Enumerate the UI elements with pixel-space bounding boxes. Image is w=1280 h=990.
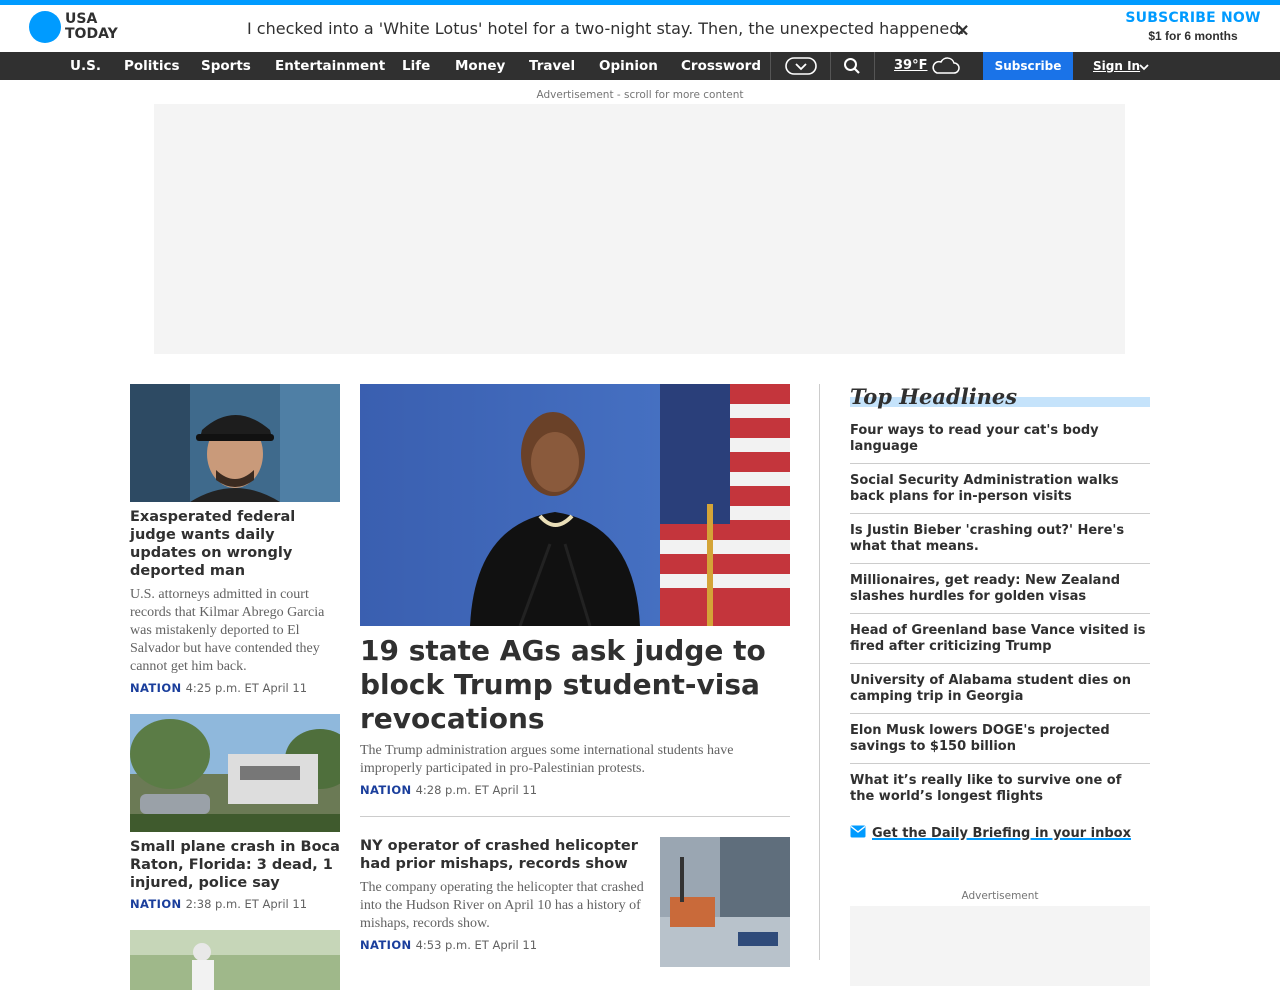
hero-time: 4:28 p.m. ET April 11 (415, 783, 538, 797)
newsletter-signup-link[interactable]: Get the Daily Briefing in your inbox (850, 825, 1150, 842)
nav-divider (874, 52, 875, 80)
story-image[interactable] (130, 714, 340, 832)
logo-line-2: TODAY (65, 26, 118, 42)
hero-title[interactable]: 19 state AGs ask judge to block Trump st… (360, 634, 790, 736)
story-description: U.S. attorneys admitted in court records… (130, 587, 325, 674)
nav-item-travel[interactable]: Travel (529, 58, 575, 74)
nav-item-politics[interactable]: Politics (124, 58, 180, 74)
story-card[interactable]: Small plane crash in Boca Raton, Florida… (130, 714, 340, 911)
story-title[interactable]: Small plane crash in Boca Raton, Florida… (130, 838, 340, 892)
top-headlines-list: Four ways to read your cat's body langua… (850, 423, 1150, 813)
story-time: 2:38 p.m. ET April 11 (185, 897, 308, 911)
story-category[interactable]: NATION (130, 681, 182, 695)
hero-meta: NATION 4:28 p.m. ET April 11 (360, 783, 790, 797)
nav-item-entertainment[interactable]: Entertainment (275, 58, 385, 74)
logo-line-1: USA (65, 11, 98, 27)
nav-item-us[interactable]: U.S. (70, 58, 101, 74)
nav-item-crossword[interactable]: Crossword (681, 58, 761, 74)
close-icon[interactable]: ✕ (956, 21, 969, 41)
headline-link[interactable]: What it’s really like to survive one of … (850, 764, 1150, 813)
logo-circle-icon (29, 11, 61, 43)
chevron-down-icon[interactable] (1138, 60, 1150, 78)
center-column: 19 state AGs ask judge to block Trump st… (360, 384, 790, 967)
story-time: 4:25 p.m. ET April 11 (185, 681, 308, 695)
headline-link[interactable]: Social Security Administration walks bac… (850, 464, 1150, 514)
nav-item-life[interactable]: Life (402, 58, 430, 74)
story-image[interactable] (130, 930, 340, 990)
story-meta: NATION 2:38 p.m. ET April 11 (130, 897, 340, 911)
hero-image[interactable] (360, 384, 790, 626)
signin-link[interactable]: Sign In (1093, 59, 1140, 73)
subscribe-now-title[interactable]: SUBSCRIBE NOW (1120, 10, 1266, 26)
promo-banner-link[interactable]: I checked into a 'White Lotus' hotel for… (247, 19, 964, 38)
right-column: Top Headlines Four ways to read your cat… (850, 384, 1150, 986)
ad-label: Advertisement - scroll for more content (536, 89, 744, 101)
left-column: Exasperated federal judge wants daily up… (130, 384, 340, 990)
nav-divider (770, 52, 771, 80)
hero-category[interactable]: NATION (360, 783, 412, 797)
search-icon[interactable] (843, 56, 861, 81)
headline-link[interactable]: University of Alabama student dies on ca… (850, 664, 1150, 714)
story-category[interactable]: NATION (130, 897, 182, 911)
section-divider (360, 816, 790, 817)
story-description: The company operating the helicopter tha… (360, 880, 644, 931)
nav-item-sports[interactable]: Sports (201, 58, 251, 74)
hero-story[interactable]: 19 state AGs ask judge to block Trump st… (360, 384, 790, 797)
hero-description: The Trump administration argues some int… (360, 743, 734, 776)
nav-divider (830, 52, 831, 80)
nav-item-money[interactable]: Money (455, 58, 505, 74)
subscribe-now-offer: $1 for 6 months (1148, 29, 1238, 43)
story-card[interactable]: Exasperated federal judge wants daily up… (130, 384, 340, 695)
story-meta: NATION 4:53 p.m. ET April 11 (360, 938, 650, 952)
story-title[interactable]: Exasperated federal judge wants daily up… (130, 508, 340, 580)
story-meta: NATION 4:25 p.m. ET April 11 (130, 681, 340, 695)
story-time: 4:53 p.m. ET April 11 (415, 938, 538, 952)
story-title[interactable]: NY operator of crashed helicopter had pr… (360, 837, 650, 873)
main-nav: U.S. Politics Sports Entertainment Life … (0, 52, 1280, 80)
top-headlines-heading: Top Headlines (850, 384, 1150, 409)
newsletter-text[interactable]: Get the Daily Briefing in your inbox (872, 826, 1131, 841)
headline-link[interactable]: Elon Musk lowers DOGE's projected saving… (850, 714, 1150, 764)
story-image[interactable] (130, 384, 340, 502)
more-menu-chevron-icon[interactable] (785, 56, 817, 81)
usa-today-logo[interactable]: USA TODAY (29, 11, 118, 43)
weather-temperature[interactable]: 39°F (894, 58, 927, 73)
subscribe-now-promo[interactable]: SUBSCRIBE NOW $1 for 6 months (1120, 10, 1266, 43)
mail-icon (850, 825, 866, 842)
ad-label: Advertisement (961, 890, 1039, 902)
story-category[interactable]: NATION (360, 938, 412, 952)
headline-link[interactable]: Four ways to read your cat's body langua… (850, 423, 1150, 464)
column-divider (819, 384, 820, 960)
ad-slot[interactable] (154, 104, 1125, 354)
ad-slot[interactable] (850, 906, 1150, 986)
nav-item-opinion[interactable]: Opinion (599, 58, 658, 74)
story-card[interactable]: NY operator of crashed helicopter had pr… (360, 837, 790, 967)
headline-link[interactable]: Millionaires, get ready: New Zealand sla… (850, 564, 1150, 614)
subscribe-button[interactable]: Subscribe (983, 52, 1073, 80)
cloud-icon[interactable] (930, 57, 960, 80)
headline-link[interactable]: Head of Greenland base Vance visited is … (850, 614, 1150, 664)
story-image[interactable] (660, 837, 790, 967)
headline-link[interactable]: Is Justin Bieber 'crashing out?' Here's … (850, 514, 1150, 564)
top-bar: USA TODAY I checked into a 'White Lotus'… (0, 0, 1280, 52)
